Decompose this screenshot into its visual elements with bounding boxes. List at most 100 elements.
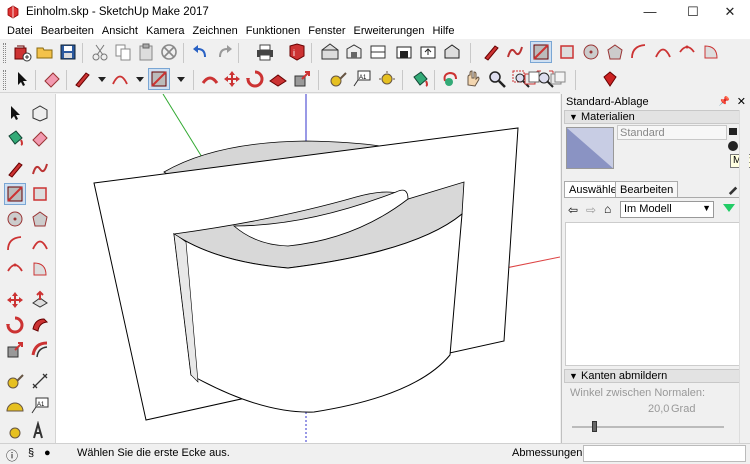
material-preview[interactable] (566, 127, 614, 169)
sample-paint-icon[interactable] (727, 140, 739, 152)
create-material-icon[interactable] (727, 125, 739, 137)
select-tool-icon[interactable] (5, 103, 25, 123)
arc-dropdown-icon[interactable] (130, 69, 150, 89)
menu-erweiterungen[interactable]: Erweiterungen (350, 25, 429, 37)
paste-icon[interactable] (136, 42, 156, 62)
soften-edges-header[interactable]: ▼ Kanten abmildern (564, 369, 748, 383)
menu-hilfe[interactable]: Hilfe (428, 25, 458, 37)
share-model-icon[interactable] (418, 42, 438, 62)
tray-close-icon[interactable]: ✕ (737, 95, 746, 108)
library-dropdown[interactable]: Im Modell ▼ (620, 201, 714, 218)
rotate-icon[interactable] (245, 69, 265, 89)
pie-icon[interactable] (701, 42, 721, 62)
two-point-arc-icon[interactable] (653, 42, 673, 62)
push-pull-icon[interactable] (200, 69, 220, 89)
menu-kamera[interactable]: Kamera (142, 25, 189, 37)
measurements-input[interactable] (583, 445, 746, 462)
normals-slider-thumb[interactable] (591, 421, 597, 432)
pie-tool-icon[interactable] (30, 259, 50, 279)
rotated-rectangle-tool-icon[interactable] (30, 184, 50, 204)
component-tool-icon[interactable] (30, 103, 50, 123)
menu-ansicht[interactable]: Ansicht (98, 25, 142, 37)
orbit-icon[interactable] (440, 69, 460, 89)
rotate-tool-icon[interactable] (5, 315, 25, 335)
print-icon[interactable] (255, 42, 275, 62)
paint-bucket-tool-icon[interactable] (5, 128, 25, 148)
materials-section-header[interactable]: ▼ Materialien (564, 110, 748, 124)
cut-icon[interactable] (90, 42, 110, 62)
tape-measure-tool-icon[interactable] (5, 371, 25, 391)
rectangle-tool-icon[interactable] (148, 68, 170, 90)
paint-bucket-icon[interactable] (410, 69, 430, 89)
erase-icon[interactable] (159, 42, 179, 62)
circle-tool-icon[interactable] (5, 209, 25, 229)
scale-tool-icon[interactable] (5, 340, 25, 360)
undo-icon[interactable] (191, 42, 211, 62)
line-icon[interactable] (72, 69, 92, 89)
home-icon[interactable]: ⌂ (604, 202, 611, 216)
scale-icon[interactable] (292, 69, 312, 89)
model-scene[interactable] (56, 94, 560, 443)
text-tool-icon[interactable]: A1 (352, 69, 372, 89)
tab-edit[interactable]: Bearbeiten (615, 181, 679, 198)
dimension-tool-icon[interactable] (30, 371, 50, 391)
info-icon[interactable]: ⓘ (6, 447, 18, 464)
follow-me-tool-icon[interactable] (30, 315, 50, 335)
arc-icon[interactable] (629, 42, 649, 62)
maximize-button[interactable]: ☐ (673, 0, 713, 23)
arc-tool-left-icon[interactable] (5, 234, 25, 254)
toolbar-grip[interactable] (3, 43, 6, 63)
pencil-icon[interactable] (481, 42, 501, 62)
back-arrow-icon[interactable]: ⇦ (568, 203, 578, 217)
next-view-icon[interactable] (548, 69, 568, 89)
open-file-icon[interactable] (35, 42, 55, 62)
user-icon[interactable]: ● (44, 447, 51, 459)
component-icon[interactable] (320, 42, 340, 62)
ruby-console-icon[interactable] (600, 69, 620, 89)
menu-fenster[interactable]: Fenster (304, 25, 349, 37)
protractor-tool-icon[interactable] (5, 396, 25, 416)
axes-left-tool-icon[interactable] (5, 421, 25, 441)
tape-measure-icon[interactable] (328, 69, 348, 89)
follow-me-icon[interactable] (268, 69, 288, 89)
two-point-arc-tool-icon[interactable] (30, 234, 50, 254)
copy-icon[interactable] (113, 42, 133, 62)
menu-datei[interactable]: Datei (3, 25, 37, 37)
select-icon[interactable] (12, 69, 32, 89)
axes-tool-icon[interactable] (377, 69, 397, 89)
three-point-arc-icon[interactable] (677, 42, 697, 62)
pin-icon[interactable]: 📌 (719, 96, 730, 107)
material-list[interactable] (565, 222, 748, 366)
redo-icon[interactable] (214, 42, 234, 62)
polygon-icon[interactable] (605, 42, 625, 62)
forward-arrow-icon[interactable]: ⇨ (586, 203, 596, 217)
tray-scrollbar[interactable] (739, 110, 749, 443)
minimize-button[interactable]: — (630, 0, 670, 23)
polygon-tool-icon[interactable] (30, 209, 50, 229)
rectangle-icon[interactable] (530, 41, 552, 63)
geolocation-icon[interactable]: § (28, 447, 34, 459)
pan-icon[interactable] (463, 69, 483, 89)
move-tool-icon[interactable] (5, 290, 25, 310)
menu-zeichnen[interactable]: Zeichnen (189, 25, 242, 37)
previous-view-icon[interactable] (522, 69, 542, 89)
rectangle-tool-left-icon[interactable] (4, 183, 26, 205)
rotated-rectangle-icon[interactable] (557, 42, 577, 62)
menu-bearbeiten[interactable]: Bearbeiten (37, 25, 98, 37)
text-label-tool-icon[interactable]: A1 (30, 396, 50, 416)
eraser-tool-icon[interactable] (30, 128, 50, 148)
eraser-icon[interactable] (42, 69, 62, 89)
freehand-tool-icon[interactable] (30, 159, 50, 179)
model-info-icon[interactable]: i (287, 42, 307, 62)
move-icon[interactable] (222, 69, 242, 89)
make-group-icon[interactable] (344, 42, 364, 62)
details-arrow-icon[interactable] (720, 201, 738, 216)
line-tool-icon[interactable] (5, 159, 25, 179)
three-point-arc-tool-icon[interactable] (5, 259, 25, 279)
close-button[interactable]: ✕ (710, 0, 750, 23)
extension-warehouse-icon[interactable] (442, 42, 462, 62)
material-name-field[interactable] (617, 125, 727, 140)
3d-text-tool-icon[interactable] (30, 421, 50, 441)
drawing-area[interactable] (56, 94, 560, 443)
freehand-icon[interactable] (505, 42, 525, 62)
